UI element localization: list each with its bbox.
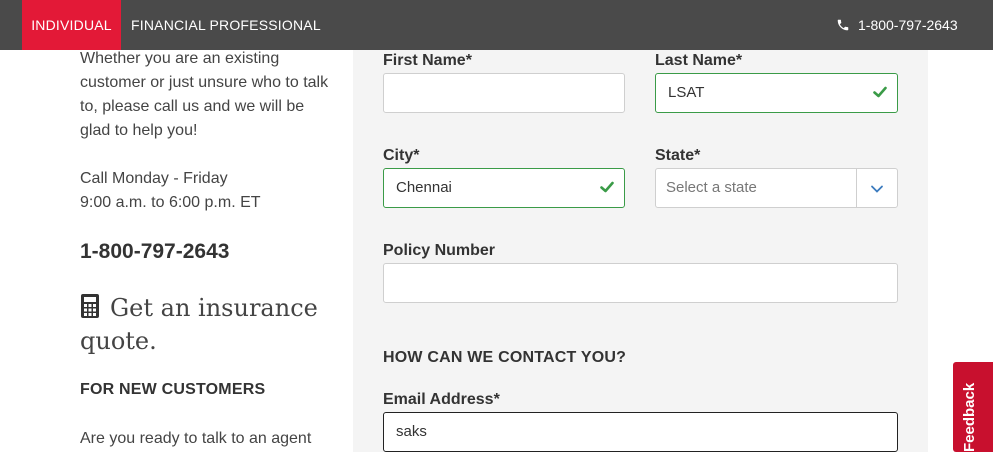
select-divider xyxy=(856,169,857,207)
insurance-quote-heading[interactable]: Get an insurance quote. xyxy=(80,292,340,358)
last-name-field[interactable]: LSAT xyxy=(655,73,898,113)
policy-number-label: Policy Number xyxy=(383,242,496,259)
city-field[interactable]: Chennai xyxy=(383,168,625,208)
checkmark-icon xyxy=(600,181,614,193)
chevron-down-icon xyxy=(871,185,883,193)
checkmark-icon xyxy=(873,86,887,98)
calculator-icon xyxy=(81,294,99,318)
last-name-label: Last Name* xyxy=(655,52,743,69)
tab-individual[interactable]: INDIVIDUAL xyxy=(22,0,121,50)
header-phone-link[interactable]: 1-800-797-2643 xyxy=(836,0,958,50)
email-label: Email Address* xyxy=(383,391,500,408)
city-value: Chennai xyxy=(396,179,452,196)
quote-title: Get an insurance quote. xyxy=(80,294,318,355)
first-name-label: First Name* xyxy=(383,52,472,69)
top-nav-bar: INDIVIDUAL FINANCIAL PROFESSIONAL 1-800-… xyxy=(0,0,993,50)
contact-method-heading: HOW CAN WE CONTACT YOU? xyxy=(383,349,627,366)
agent-prompt-text: Are you ready to talk to an agent xyxy=(80,430,312,447)
email-field[interactable]: saks xyxy=(383,412,898,452)
header-phone-number: 1-800-797-2643 xyxy=(858,17,958,33)
city-label: City* xyxy=(383,147,420,164)
call-days-text: Call Monday - Friday xyxy=(80,170,228,187)
contact-intro-text: Whether you are an existing customer or … xyxy=(80,50,329,139)
new-customers-heading: FOR NEW CUSTOMERS xyxy=(80,381,266,398)
tab-financial-professional[interactable]: FINANCIAL PROFESSIONAL xyxy=(131,0,321,50)
state-label: State* xyxy=(655,147,701,164)
phone-icon xyxy=(837,19,849,31)
policy-number-field[interactable] xyxy=(383,263,898,303)
call-hours-text: 9:00 a.m. to 6:00 p.m. ET xyxy=(80,194,261,211)
feedback-tab[interactable]: Feedback xyxy=(953,362,993,452)
last-name-value: LSAT xyxy=(668,84,705,101)
state-select[interactable]: Select a state xyxy=(655,168,898,208)
first-name-field[interactable] xyxy=(383,73,625,113)
feedback-label: Feedback xyxy=(961,382,978,452)
state-placeholder: Select a state xyxy=(666,179,757,196)
sidebar-phone-number[interactable]: 1-800-797-2643 xyxy=(80,240,229,264)
